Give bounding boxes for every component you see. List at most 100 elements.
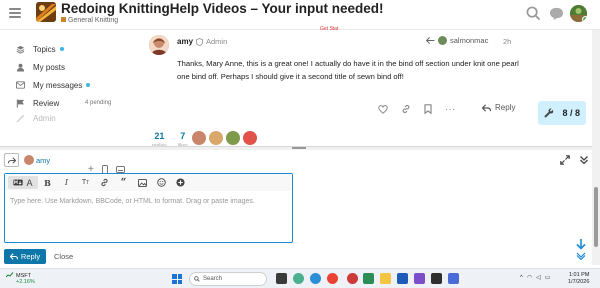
post-author-name[interactable]: amy: [177, 37, 193, 46]
sidebar-item-label: Review: [33, 98, 60, 108]
clock-date: 1/7/2026: [568, 279, 590, 285]
review-pending-count: 4 pending: [85, 100, 112, 106]
sidebar-item-my-messages[interactable]: My messages: [16, 78, 91, 92]
file-explorer-icon[interactable]: [380, 273, 391, 284]
sidebar-item-label: Admin: [33, 114, 56, 122]
user-icon: [16, 63, 25, 72]
category-badge[interactable]: General Knitting: [61, 17, 118, 24]
battery-icon[interactable]: ▭: [545, 274, 551, 281]
app-icon[interactable]: [363, 273, 374, 284]
participant-avatar[interactable]: [243, 131, 257, 145]
topic-progress[interactable]: 8 / 8: [538, 101, 586, 125]
rich-text-icon: A: [26, 177, 33, 188]
participant-avatar[interactable]: [209, 131, 223, 145]
bold-icon[interactable]: B: [38, 176, 57, 189]
site-logo[interactable]: [36, 2, 56, 22]
post-timestamp[interactable]: 2h: [503, 37, 511, 46]
progress-count: 8 / 8: [562, 108, 580, 118]
participant-avatar[interactable]: [226, 131, 240, 145]
app-icon[interactable]: [448, 273, 459, 284]
sidebar-item-topics[interactable]: Topics: [16, 42, 64, 56]
reply-arrow-icon: [7, 156, 16, 164]
composer-action-dropdown[interactable]: [4, 153, 19, 167]
chat-icon[interactable]: [549, 7, 564, 21]
heart-icon[interactable]: [378, 104, 388, 114]
copilot-icon[interactable]: [293, 273, 304, 284]
wifi-icon[interactable]: ◠: [527, 274, 532, 281]
scrollbar-thumb[interactable]: [594, 187, 598, 247]
taskbar-search-box[interactable]: Search: [189, 272, 267, 286]
jump-to-bottom-icon[interactable]: [574, 238, 588, 260]
search-placeholder: Search: [203, 276, 223, 282]
shield-icon: [196, 37, 203, 46]
app-icon[interactable]: [431, 273, 442, 284]
collapse-composer-icon[interactable]: [579, 155, 589, 165]
stat-value: 21: [154, 131, 165, 141]
post-author-avatar[interactable]: [149, 35, 169, 55]
reply-editor: A B I TT “ Type here. Use Markdown, BBCo…: [4, 173, 293, 243]
fullscreen-icon[interactable]: [560, 155, 570, 165]
layers-icon: [16, 45, 25, 54]
composer-reply-avatar: [24, 155, 34, 165]
post-author-role: Admin: [196, 37, 227, 46]
sidebar-item-admin[interactable]: Admin: [16, 114, 56, 122]
topic-title[interactable]: Redoing KnittingHelp Videos – Your input…: [61, 1, 384, 16]
markdown-icon: [13, 179, 24, 186]
more-actions-icon[interactable]: ···: [445, 104, 456, 114]
link-icon[interactable]: [95, 176, 114, 189]
link-icon[interactable]: [401, 104, 411, 114]
stat-value: 7: [180, 131, 186, 141]
image-icon[interactable]: [133, 176, 152, 189]
close-composer-button[interactable]: Close: [54, 252, 73, 261]
taskbar-clock[interactable]: 1:01 PM 1/7/2026: [568, 272, 589, 286]
chrome-icon[interactable]: [327, 273, 338, 284]
app-icon[interactable]: [347, 273, 358, 284]
reply-arrow-icon: [9, 253, 18, 260]
participant-avatar[interactable]: [192, 131, 206, 145]
flag-icon: [16, 98, 25, 108]
chevron-up-icon[interactable]: ^: [520, 275, 523, 281]
sidebar-item-my-posts[interactable]: My posts: [16, 60, 65, 74]
site-header: Redoing KnittingHelp Videos – Your input…: [0, 0, 600, 32]
online-status-dot: [582, 16, 587, 22]
edge-browser-icon[interactable]: [310, 273, 321, 284]
reply-button[interactable]: Reply: [482, 103, 515, 112]
bookmark-icon[interactable]: [424, 104, 432, 114]
composer-reply-username[interactable]: amy: [36, 156, 50, 165]
post-actions: ···: [378, 104, 456, 114]
os-taskbar: MSFT +2.16% Search ^ ◠ ◁ ▭ 1:01 PM 1/7/2…: [0, 268, 600, 288]
composer-resize-handle[interactable]: [0, 146, 600, 150]
envelope-icon: [16, 81, 25, 89]
speaker-icon[interactable]: ◁: [536, 274, 541, 281]
hamburger-menu-icon[interactable]: [9, 8, 21, 18]
emoji-icon[interactable]: [152, 176, 171, 189]
submit-reply-button[interactable]: Reply: [4, 249, 46, 264]
sidebar-item-review[interactable]: Review: [16, 96, 59, 110]
editor-mode-toggle[interactable]: A: [8, 176, 38, 189]
page-scrollbar[interactable]: [592, 30, 600, 265]
current-user-avatar[interactable]: [570, 5, 587, 22]
unread-dot: [86, 83, 91, 87]
system-tray: ^ ◠ ◁ ▭: [520, 274, 551, 282]
composer-header: amy: [0, 152, 600, 170]
app-icon[interactable]: [414, 273, 425, 284]
windows-start-icon[interactable]: [172, 274, 182, 284]
wrench-icon[interactable]: [544, 108, 554, 118]
stock-widget[interactable]: MSFT +2.16%: [5, 272, 35, 285]
editor-textarea-placeholder[interactable]: Type here. Use Markdown, BBCode, or HTML…: [10, 198, 255, 205]
grip-handle[interactable]: [292, 147, 306, 149]
clock-time: 1:01 PM: [568, 272, 590, 278]
app-icon[interactable]: [397, 273, 408, 284]
post-body: Thanks, Mary Anne, this is a great one! …: [177, 59, 519, 81]
quote-icon[interactable]: “: [114, 176, 133, 189]
reply-to-indicator[interactable]: salmonmac: [426, 36, 488, 45]
italic-icon[interactable]: I: [57, 176, 76, 189]
task-view-icon[interactable]: [276, 273, 287, 284]
plus-options-icon[interactable]: [171, 176, 190, 189]
heading-icon[interactable]: TT: [76, 176, 95, 189]
search-icon: [194, 276, 200, 282]
sidebar-item-label: My messages: [33, 80, 83, 90]
reply-arrow-icon: [482, 103, 491, 112]
unread-dot: [59, 47, 64, 51]
search-icon[interactable]: [526, 6, 541, 21]
